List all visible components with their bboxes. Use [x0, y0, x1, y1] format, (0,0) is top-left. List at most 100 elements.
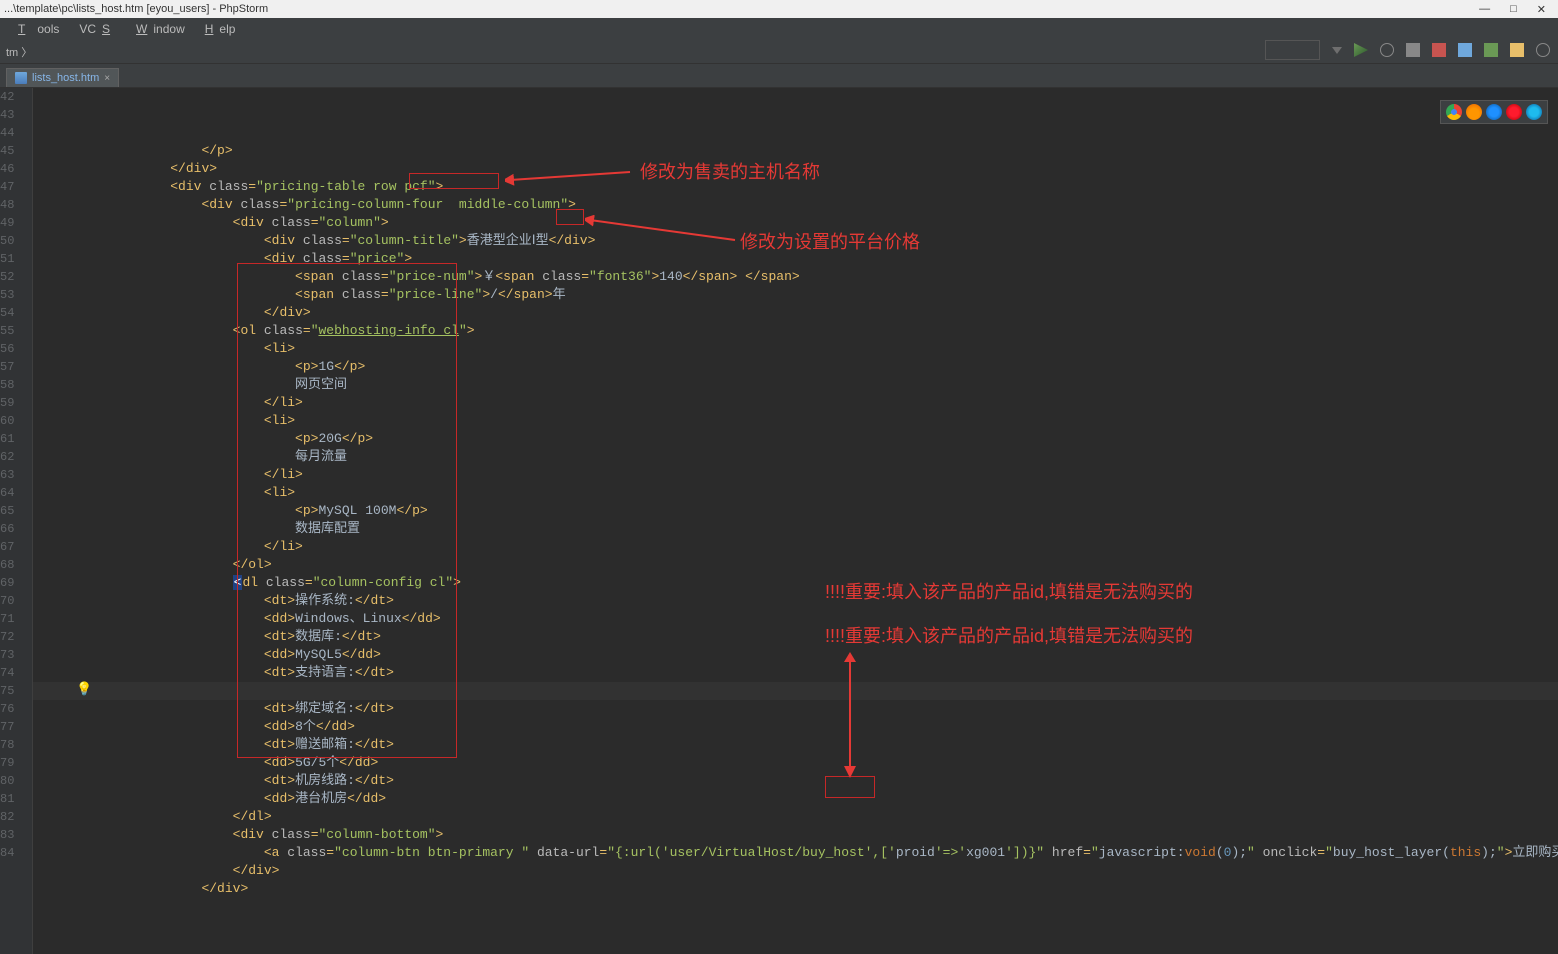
line-number[interactable]: 57: [0, 358, 32, 376]
code-line[interactable]: <dt>支持语言:</dt>: [45, 664, 1558, 682]
code-line[interactable]: </dl>: [45, 808, 1558, 826]
line-number[interactable]: 55: [0, 322, 32, 340]
code-line[interactable]: <dd>5G/5个</dd>: [45, 754, 1558, 772]
line-number[interactable]: 65: [0, 502, 32, 520]
menu-tools[interactable]: Tools: [6, 22, 71, 36]
line-number[interactable]: 79: [0, 754, 32, 772]
code-line[interactable]: <dt>机房线路:</dt>: [45, 772, 1558, 790]
editor[interactable]: 4243444546474849505152535455565758596061…: [0, 88, 1558, 954]
line-number[interactable]: 59: [0, 394, 32, 412]
line-number[interactable]: 54: [0, 304, 32, 322]
code-line[interactable]: <dt>数据库:</dt>: [45, 628, 1558, 646]
run-toolbar[interactable]: [1265, 40, 1550, 60]
code-line[interactable]: <li>: [45, 412, 1558, 430]
line-number[interactable]: 53: [0, 286, 32, 304]
line-number[interactable]: 69: [0, 574, 32, 592]
code-line[interactable]: <dl class="column-config cl">: [45, 574, 1558, 592]
intention-bulb-icon[interactable]: 💡: [76, 682, 92, 697]
menu-window[interactable]: Window: [124, 22, 191, 36]
browser-preview-icons[interactable]: [1440, 100, 1548, 124]
code-line[interactable]: <p>MySQL 100M</p>: [45, 502, 1558, 520]
code-line[interactable]: <span class="price-line">/</span>年: [45, 286, 1558, 304]
line-number[interactable]: 50: [0, 232, 32, 250]
line-number[interactable]: 82: [0, 808, 32, 826]
run-config-combo[interactable]: [1265, 40, 1320, 60]
line-number[interactable]: 76: [0, 700, 32, 718]
combo-dropdown-icon[interactable]: [1332, 47, 1342, 54]
menu-bar[interactable]: Tools VCS Window Help: [0, 18, 1558, 40]
line-number[interactable]: 75: [0, 682, 32, 700]
code-line[interactable]: </div>: [45, 880, 1558, 898]
line-number[interactable]: 42: [0, 88, 32, 106]
code-line[interactable]: <a class="column-btn btn-primary " data-…: [45, 844, 1558, 862]
code-line[interactable]: 数据库配置: [45, 520, 1558, 538]
code-line[interactable]: <ol class="webhosting-info cl">: [45, 322, 1558, 340]
line-number[interactable]: 71: [0, 610, 32, 628]
maximize-icon[interactable]: □: [1510, 3, 1517, 16]
close-tab-icon[interactable]: ×: [104, 73, 110, 84]
search-icon[interactable]: [1536, 43, 1550, 57]
run-icon[interactable]: [1354, 43, 1368, 57]
code-line[interactable]: 每月流量: [45, 448, 1558, 466]
code-line[interactable]: <span class="price-num">￥<span class="fo…: [45, 268, 1558, 286]
file-tab-active[interactable]: lists_host.htm ×: [6, 68, 119, 87]
code-line[interactable]: [45, 898, 1558, 916]
code-line[interactable]: <p>20G</p>: [45, 430, 1558, 448]
code-line[interactable]: </li>: [45, 538, 1558, 556]
line-number[interactable]: 80: [0, 772, 32, 790]
line-number[interactable]: 48: [0, 196, 32, 214]
firefox-icon[interactable]: [1466, 104, 1482, 120]
stop-icon[interactable]: [1432, 43, 1446, 57]
code-line[interactable]: </li>: [45, 466, 1558, 484]
coverage-icon[interactable]: [1406, 43, 1420, 57]
code-line[interactable]: <dd>港台机房</dd>: [45, 790, 1558, 808]
breadcrumb-item[interactable]: tm 〉: [6, 44, 32, 60]
code-area[interactable]: </p> </div> <div class="pricing-table ro…: [33, 88, 1558, 954]
chrome-icon[interactable]: [1446, 104, 1462, 120]
ie-icon[interactable]: [1526, 104, 1542, 120]
code-line[interactable]: </div>: [45, 304, 1558, 322]
tool-icon-3[interactable]: [1510, 43, 1524, 57]
line-number[interactable]: 60: [0, 412, 32, 430]
line-number[interactable]: 46: [0, 160, 32, 178]
line-number[interactable]: 58: [0, 376, 32, 394]
line-number[interactable]: 61: [0, 430, 32, 448]
code-line[interactable]: </ol>: [45, 556, 1558, 574]
tool-icon-2[interactable]: [1484, 43, 1498, 57]
line-number[interactable]: 64: [0, 484, 32, 502]
code-line[interactable]: <p>1G</p>: [45, 358, 1558, 376]
line-number[interactable]: 47: [0, 178, 32, 196]
opera-icon[interactable]: [1506, 104, 1522, 120]
safari-icon[interactable]: [1486, 104, 1502, 120]
line-number[interactable]: 67: [0, 538, 32, 556]
minimize-icon[interactable]: —: [1479, 3, 1490, 16]
line-number[interactable]: 84: [0, 844, 32, 862]
code-line[interactable]: <li>: [45, 340, 1558, 358]
code-line[interactable]: </div>: [45, 862, 1558, 880]
debug-icon[interactable]: [1380, 43, 1394, 57]
line-number[interactable]: 70: [0, 592, 32, 610]
line-number[interactable]: 43: [0, 106, 32, 124]
code-line[interactable]: <dd>MySQL5</dd>: [45, 646, 1558, 664]
line-number[interactable]: 83: [0, 826, 32, 844]
code-line[interactable]: <div class="column-bottom">: [45, 826, 1558, 844]
line-number[interactable]: 68: [0, 556, 32, 574]
file-tabs[interactable]: lists_host.htm ×: [0, 64, 1558, 88]
code-line[interactable]: <div class="pricing-column-four middle-c…: [45, 196, 1558, 214]
tool-icon-1[interactable]: [1458, 43, 1472, 57]
line-number[interactable]: 62: [0, 448, 32, 466]
line-number[interactable]: 56: [0, 340, 32, 358]
line-number[interactable]: 78: [0, 736, 32, 754]
line-number[interactable]: 74: [0, 664, 32, 682]
code-line[interactable]: <dt>绑定域名:</dt>: [45, 700, 1558, 718]
line-number[interactable]: 63: [0, 466, 32, 484]
line-number[interactable]: 51: [0, 250, 32, 268]
code-line[interactable]: 网页空间: [45, 376, 1558, 394]
code-line[interactable]: <li>: [45, 484, 1558, 502]
code-line[interactable]: </li>: [45, 394, 1558, 412]
code-line[interactable]: <dt>操作系统:</dt>: [45, 592, 1558, 610]
line-number[interactable]: 66: [0, 520, 32, 538]
code-line[interactable]: <dd>8个</dd>: [45, 718, 1558, 736]
code-line[interactable]: <dd>Windows、Linux</dd>: [45, 610, 1558, 628]
menu-vcs[interactable]: VCS: [73, 22, 122, 36]
